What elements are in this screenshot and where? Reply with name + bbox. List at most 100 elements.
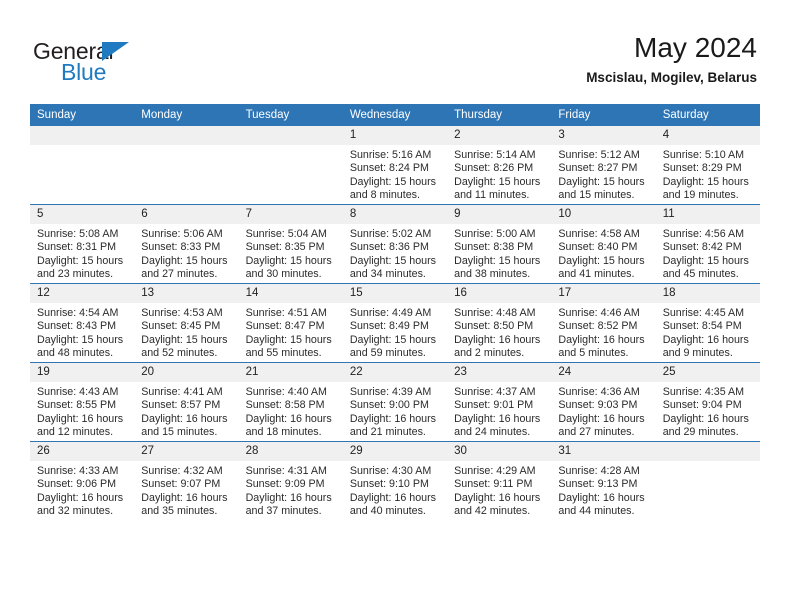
day-number: 11 — [655, 205, 760, 224]
day-detail-line: Daylight: 16 hours — [662, 333, 749, 346]
calendar-day-cell[interactable]: 5 Sunrise: 5:08 AM Sunset: 8:31 PM Daylight… — [30, 204, 135, 284]
day-detail-line: Sunset: 8:35 PM — [245, 241, 325, 254]
calendar-day-cell[interactable]: 12 Sunrise: 4:54 AM Sunset: 8:43 PM Dayligh… — [30, 283, 135, 363]
day-detail-line: Sunset: 9:10 PM — [349, 478, 429, 491]
calendar-day-cell[interactable]: 24 Sunrise: 4:36 AM Sunset: 9:03 PM Dayligh… — [551, 362, 656, 442]
calendar-day-cell[interactable]: 14 Sunrise: 4:51 AM Sunset: 8:47 PM Dayligh… — [238, 283, 343, 363]
day-detail-line: Sunrise: 4:35 AM — [662, 386, 745, 398]
calendar-week-row: 19 Sunrise: 4:43 AM Sunset: 8:55 PM Dayligh… — [30, 362, 760, 442]
calendar-day-cell[interactable]: 30 Sunrise: 4:29 AM Sunset: 9:11 PM Dayligh… — [447, 441, 552, 520]
day-detail-line: Sunset: 8:43 PM — [37, 320, 117, 333]
calendar-day-cell[interactable]: 26 Sunrise: 4:33 AM Sunset: 9:06 PM Dayligh… — [30, 441, 135, 520]
day-detail-line: Daylight: 15 hours — [349, 175, 436, 188]
day-details: Sunrise: 5:16 AM Sunset: 8:24 PM Daylight:… — [343, 145, 447, 203]
day-detail-line: Sunrise: 4:31 AM — [245, 465, 327, 477]
day-detail-line: and 27 minutes. — [558, 426, 635, 439]
day-detail-line: Sunset: 9:00 PM — [349, 399, 429, 412]
day-detail-line: and 55 minutes. — [245, 347, 322, 360]
calendar-day-cell[interactable]: 9 Sunrise: 5:00 AM Sunset: 8:38 PM Daylight… — [447, 204, 552, 284]
calendar-day-cell[interactable]: 2 Sunrise: 5:14 AM Sunset: 8:26 PM Daylight… — [447, 126, 552, 205]
calendar-day-cell[interactable]: 15 Sunrise: 4:49 AM Sunset: 8:49 PM Dayligh… — [342, 283, 448, 363]
day-detail-line: and 35 minutes. — [141, 505, 218, 518]
calendar-day-cell[interactable]: 31 Sunrise: 4:28 AM Sunset: 9:13 PM Dayligh… — [551, 441, 656, 520]
day-detail-line: Sunset: 9:11 PM — [454, 478, 533, 491]
day-details: Sunrise: 4:58 AM Sunset: 8:40 PM Daylight:… — [551, 224, 655, 282]
calendar-day-cell[interactable]: 11 Sunrise: 4:56 AM Sunset: 8:42 PM Dayligh… — [655, 204, 760, 284]
day-detail-line: Sunset: 9:13 PM — [558, 478, 638, 491]
calendar-day-cell[interactable]: 18 Sunrise: 4:45 AM Sunset: 8:54 PM Dayligh… — [655, 283, 760, 363]
calendar-day-cell[interactable]: 8 Sunrise: 5:02 AM Sunset: 8:36 PM Daylight… — [342, 204, 448, 284]
day-detail-line: and 41 minutes. — [558, 268, 635, 281]
day-number: 25 — [655, 363, 760, 382]
day-details: Sunrise: 4:37 AM Sunset: 9:01 PM Daylight:… — [447, 382, 551, 440]
calendar-day-cell[interactable]: 6 Sunrise: 5:06 AM Sunset: 8:33 PM Daylight… — [134, 204, 239, 284]
day-detail-line: Sunrise: 4:58 AM — [558, 228, 640, 240]
day-details: Sunrise: 4:28 AM Sunset: 9:13 PM Daylight:… — [551, 461, 655, 519]
day-detail-line: Daylight: 16 hours — [662, 412, 749, 425]
day-details: Sunrise: 5:02 AM Sunset: 8:36 PM Daylight:… — [343, 224, 447, 282]
day-details: Sunrise: 4:33 AM Sunset: 9:06 PM Daylight:… — [30, 461, 134, 519]
day-detail-line: and 15 minutes. — [141, 426, 218, 439]
day-details: Sunrise: 4:43 AM Sunset: 8:55 PM Daylight:… — [30, 382, 134, 440]
calendar-day-cell[interactable]: 13 Sunrise: 4:53 AM Sunset: 8:45 PM Dayligh… — [134, 283, 239, 363]
day-number: 12 — [30, 284, 135, 303]
day-number: 22 — [342, 363, 448, 382]
calendar-day-cell[interactable]: 3 Sunrise: 5:12 AM Sunset: 8:27 PM Daylight… — [551, 126, 656, 205]
calendar-day-cell[interactable]: 22 Sunrise: 4:39 AM Sunset: 9:00 PM Dayligh… — [342, 362, 448, 442]
day-detail-line: Sunrise: 4:46 AM — [558, 307, 640, 319]
calendar-day-cell[interactable]: 19 Sunrise: 4:43 AM Sunset: 8:55 PM Dayligh… — [30, 362, 135, 442]
day-details: Sunrise: 4:49 AM Sunset: 8:49 PM Daylight:… — [343, 303, 447, 361]
calendar-day-cell[interactable]: 7 Sunrise: 5:04 AM Sunset: 8:35 PM Daylight… — [238, 204, 343, 284]
general-blue-logo[interactable]: General Blue — [33, 38, 183, 85]
calendar-day-cell[interactable]: 29 Sunrise: 4:30 AM Sunset: 9:10 PM Dayligh… — [342, 441, 448, 520]
day-detail-line: Daylight: 16 hours — [37, 412, 124, 425]
calendar-day-cell[interactable]: 4 Sunrise: 5:10 AM Sunset: 8:29 PM Daylight… — [655, 126, 760, 205]
day-number: 21 — [238, 363, 343, 382]
calendar-day-cell[interactable]: 10 Sunrise: 4:58 AM Sunset: 8:40 PM Dayligh… — [551, 204, 656, 284]
weekday-header-saturday: Saturday — [655, 104, 760, 126]
calendar-day-cell[interactable]: 21 Sunrise: 4:40 AM Sunset: 8:58 PM Dayligh… — [238, 362, 343, 442]
calendar-day-cell[interactable]: 20 Sunrise: 4:41 AM Sunset: 8:57 PM Dayligh… — [134, 362, 239, 442]
calendar-day-cell[interactable]: 1 Sunrise: 5:16 AM Sunset: 8:24 PM Daylight… — [342, 126, 448, 205]
day-detail-line: Sunrise: 4:29 AM — [454, 465, 536, 477]
day-detail-line: and 34 minutes. — [349, 268, 426, 281]
calendar-day-cell[interactable]: 16 Sunrise: 4:48 AM Sunset: 8:50 PM Dayligh… — [447, 283, 552, 363]
day-number — [30, 126, 135, 145]
day-details: Sunrise: 5:14 AM Sunset: 8:26 PM Daylight:… — [447, 145, 551, 203]
day-details: Sunrise: 4:30 AM Sunset: 9:10 PM Daylight:… — [343, 461, 447, 519]
day-detail-line: and 38 minutes. — [454, 268, 531, 281]
day-details: Sunrise: 4:32 AM Sunset: 9:07 PM Daylight:… — [134, 461, 238, 519]
day-details: Sunrise: 4:36 AM Sunset: 9:03 PM Daylight:… — [551, 382, 655, 440]
day-number: 6 — [134, 205, 239, 224]
title-block: May 2024 Mscislau, Mogilev, Belarus — [586, 32, 757, 86]
day-detail-line: Sunrise: 4:39 AM — [349, 386, 432, 398]
day-detail-line: Sunset: 8:57 PM — [141, 399, 221, 412]
day-detail-line: Daylight: 15 hours — [141, 254, 228, 267]
calendar-day-cell[interactable]: 28 Sunrise: 4:31 AM Sunset: 9:09 PM Dayligh… — [238, 441, 343, 520]
calendar-day-cell[interactable]: 17 Sunrise: 4:46 AM Sunset: 8:52 PM Dayligh… — [551, 283, 656, 363]
day-detail-line: Sunset: 8:58 PM — [245, 399, 325, 412]
day-detail-line: Sunrise: 4:49 AM — [349, 307, 432, 319]
day-detail-line: Daylight: 15 hours — [558, 254, 645, 267]
day-number: 1 — [342, 126, 448, 145]
day-number — [655, 442, 760, 461]
calendar-page: General Blue May 2024 Mscislau, Mogilev,… — [0, 0, 792, 612]
day-details: Sunrise: 4:51 AM Sunset: 8:47 PM Daylight:… — [239, 303, 343, 361]
day-detail-line: Sunrise: 4:30 AM — [349, 465, 432, 477]
calendar-day-cell[interactable]: 27 Sunrise: 4:32 AM Sunset: 9:07 PM Dayligh… — [134, 441, 239, 520]
day-details: Sunrise: 5:00 AM Sunset: 8:38 PM Daylight:… — [447, 224, 551, 282]
calendar-week-row: 1 Sunrise: 5:16 AM Sunset: 8:24 PM Daylight… — [30, 126, 760, 205]
day-detail-line: and 45 minutes. — [662, 268, 739, 281]
day-detail-line: Sunrise: 4:48 AM — [454, 307, 536, 319]
day-detail-line: Sunrise: 4:43 AM — [37, 386, 119, 398]
day-detail-line: and 2 minutes. — [454, 347, 525, 360]
day-number: 20 — [134, 363, 239, 382]
day-detail-line: Sunset: 8:54 PM — [662, 320, 742, 333]
day-detail-line: Daylight: 15 hours — [349, 333, 436, 346]
day-detail-line: Sunrise: 4:41 AM — [141, 386, 223, 398]
day-detail-line: Sunrise: 4:56 AM — [662, 228, 745, 240]
day-detail-line: Daylight: 16 hours — [245, 491, 332, 504]
calendar-day-cell[interactable]: 25 Sunrise: 4:35 AM Sunset: 9:04 PM Dayligh… — [655, 362, 760, 442]
calendar-day-cell[interactable]: 23 Sunrise: 4:37 AM Sunset: 9:01 PM Dayligh… — [447, 362, 552, 442]
day-detail-line: and 23 minutes. — [37, 268, 114, 281]
